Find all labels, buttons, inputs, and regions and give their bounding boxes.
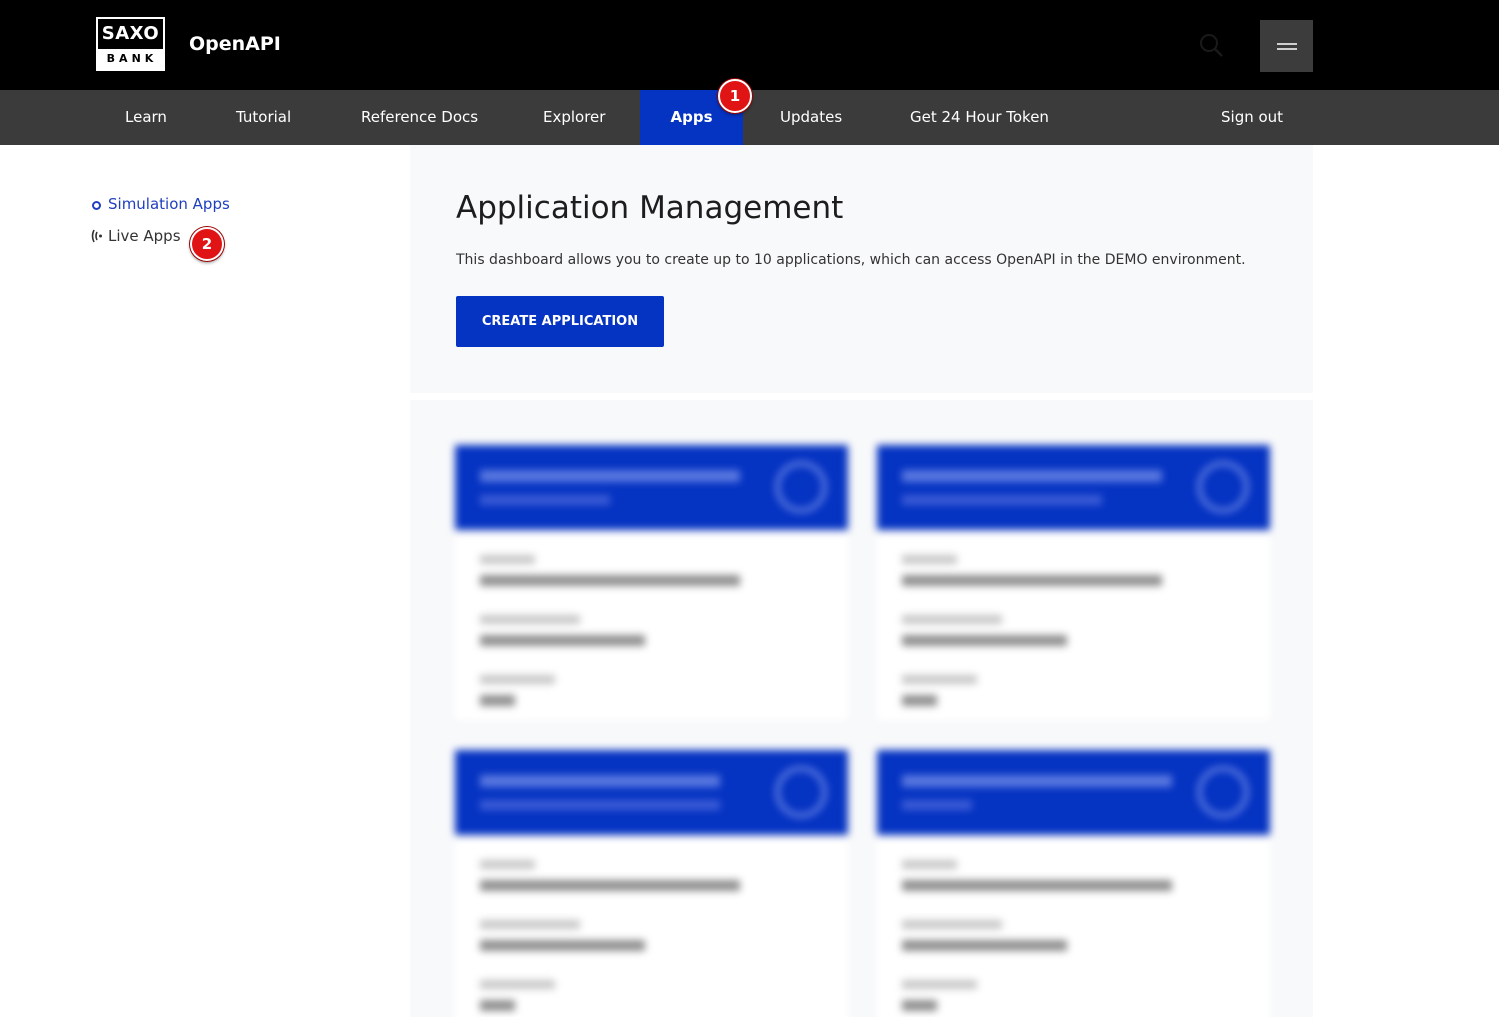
app-card-header xyxy=(877,445,1270,530)
app-card-body xyxy=(455,840,848,1017)
page-title: Application Management xyxy=(456,190,844,226)
circle-icon xyxy=(92,201,101,210)
logo-text-top: SAXO xyxy=(101,23,160,44)
top-bar: SAXO BANK OpenAPI xyxy=(0,0,1499,90)
app-card-body xyxy=(877,840,1270,1017)
app-card[interactable] xyxy=(877,445,1270,720)
annotation-badge-2: 2 xyxy=(190,227,224,261)
brand-title[interactable]: OpenAPI xyxy=(189,33,281,55)
nav-updates[interactable]: Updates xyxy=(780,90,842,145)
hamburger-icon-bar xyxy=(1277,48,1297,50)
app-card-body xyxy=(877,535,1270,720)
page-description: This dashboard allows you to create up t… xyxy=(456,252,1246,268)
logo-text-bottom: BANK xyxy=(98,49,163,69)
app-avatar-icon xyxy=(1197,461,1249,513)
header-panel xyxy=(410,145,1313,393)
app-avatar-icon xyxy=(775,461,827,513)
nav-get-token[interactable]: Get 24 Hour Token xyxy=(910,90,1049,145)
sidebar-item-label: Simulation Apps xyxy=(108,195,230,213)
app-card-body xyxy=(455,535,848,720)
create-application-button[interactable]: CREATE APPLICATION xyxy=(456,296,664,347)
nav-tutorial[interactable]: Tutorial xyxy=(236,90,291,145)
search-icon[interactable] xyxy=(1198,32,1224,58)
app-card-header xyxy=(455,445,848,530)
app-card-header xyxy=(455,750,848,835)
annotation-badge-1: 1 xyxy=(718,79,752,113)
nav-reference-docs[interactable]: Reference Docs xyxy=(361,90,478,145)
saxo-bank-logo[interactable]: SAXO BANK xyxy=(96,17,165,71)
app-avatar-icon xyxy=(1197,766,1249,818)
hamburger-menu-button[interactable] xyxy=(1260,20,1313,72)
hamburger-icon xyxy=(1277,43,1297,45)
nav-explorer[interactable]: Explorer xyxy=(543,90,605,145)
app-avatar-icon xyxy=(775,766,827,818)
app-card[interactable] xyxy=(877,750,1270,1017)
nav-learn[interactable]: Learn xyxy=(125,90,167,145)
sidebar-item-label: Live Apps xyxy=(108,227,181,245)
broadcast-icon xyxy=(91,229,102,243)
apps-grid xyxy=(410,400,1313,1017)
app-card[interactable] xyxy=(455,445,848,720)
nav-sign-out[interactable]: Sign out xyxy=(1221,90,1283,145)
app-card-header xyxy=(877,750,1270,835)
app-card[interactable] xyxy=(455,750,848,1017)
